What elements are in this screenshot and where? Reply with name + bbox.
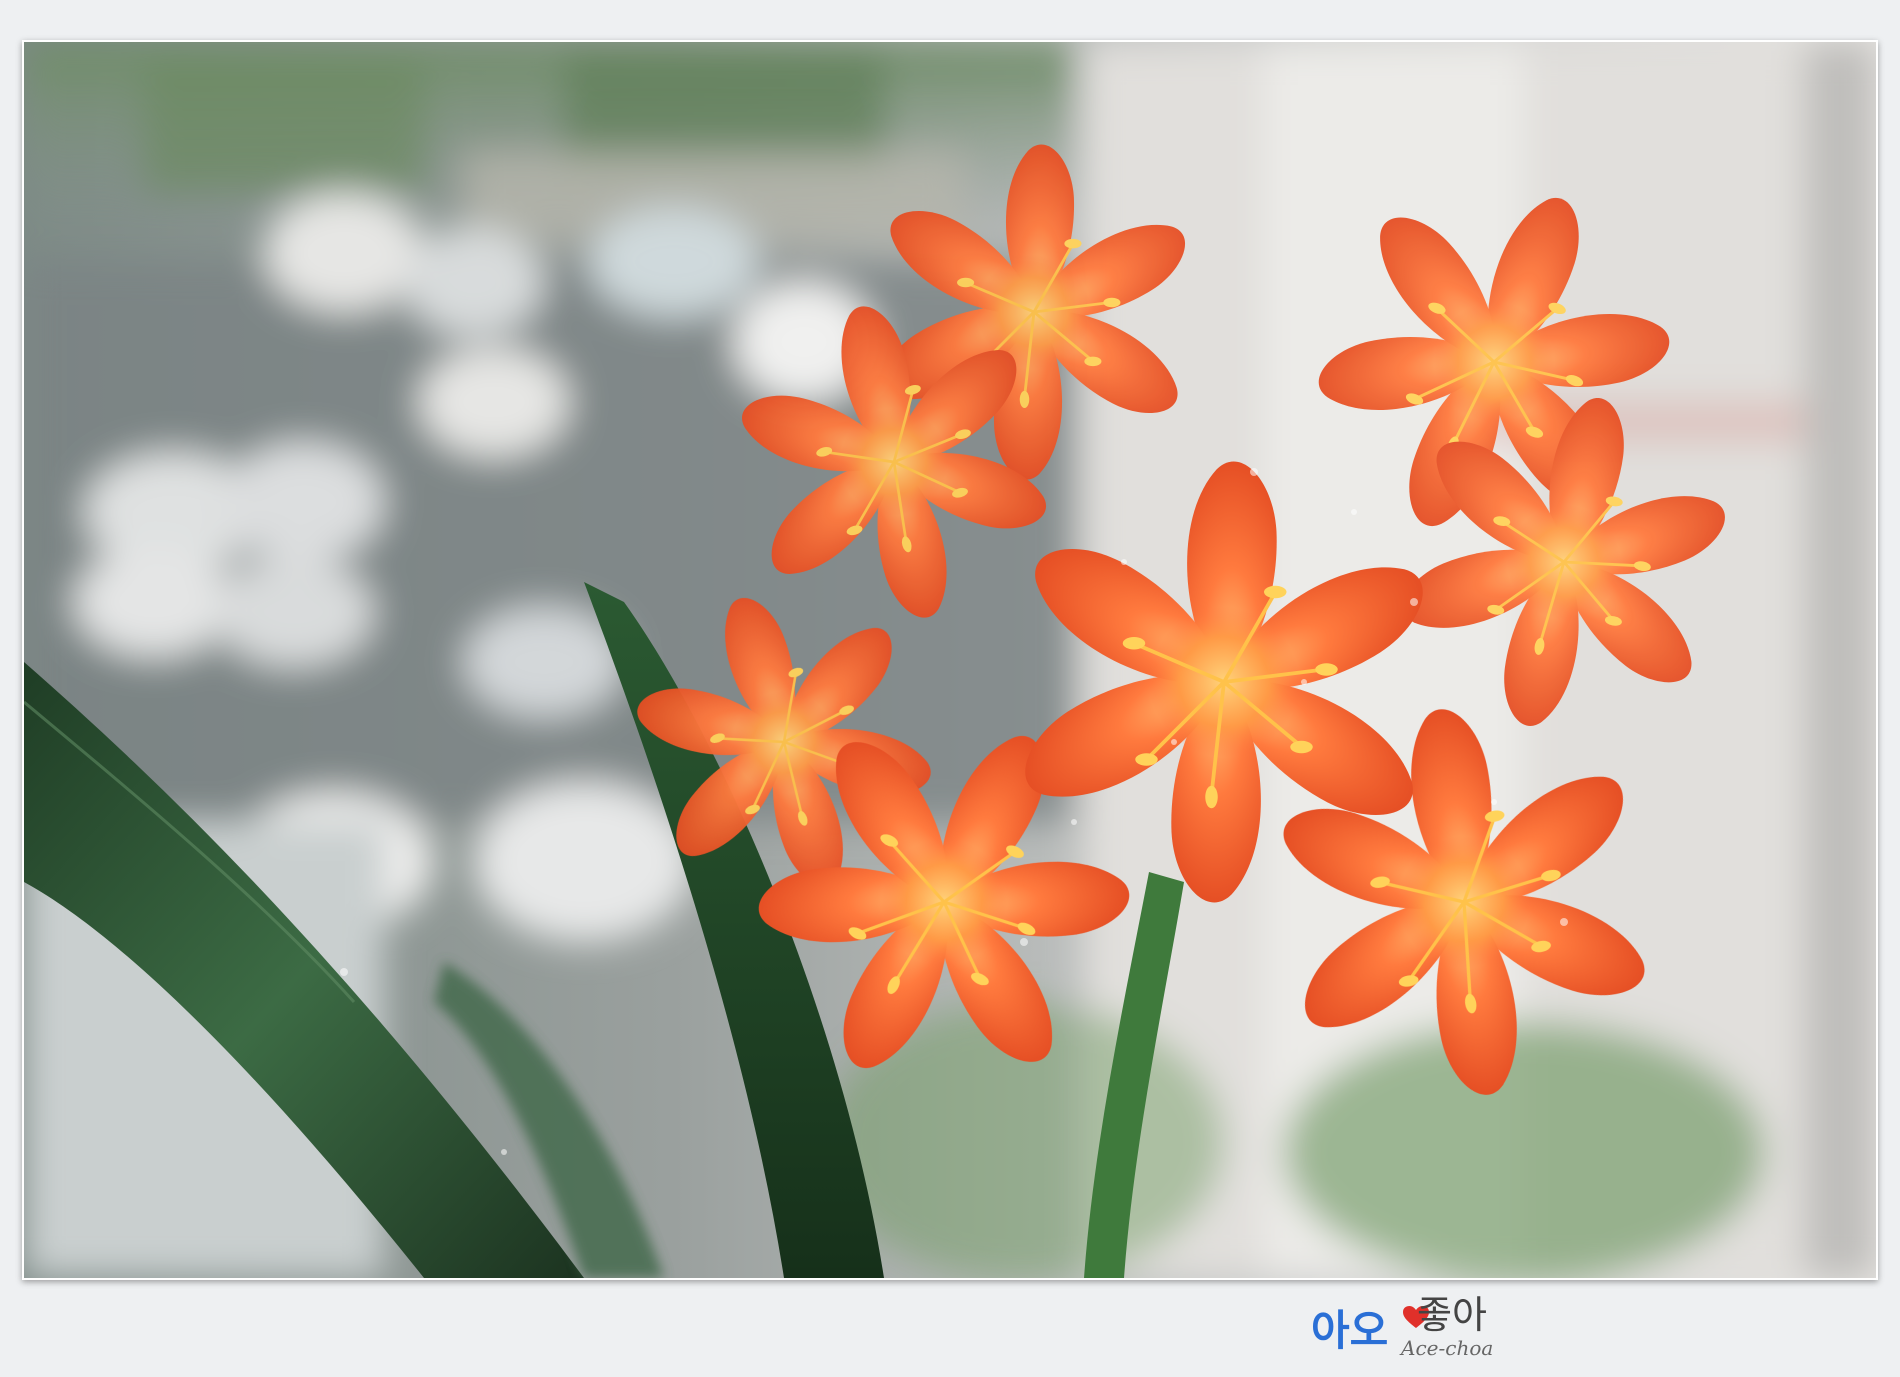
- watermark-text-part-b: 좋아: [1417, 1293, 1487, 1337]
- watermark-logo: 아오 좋아 Ace-choa: [1305, 1292, 1525, 1362]
- watermark-text-part-a: 아오: [1311, 1306, 1389, 1355]
- photo-frame: [22, 40, 1878, 1280]
- watermark-script-text: Ace-choa: [1401, 1336, 1494, 1360]
- clivia-flower-photo: [24, 42, 1876, 1278]
- page-background: 아오 좋아 Ace-choa: [0, 0, 1900, 1377]
- photo-illustration: [24, 42, 1876, 1278]
